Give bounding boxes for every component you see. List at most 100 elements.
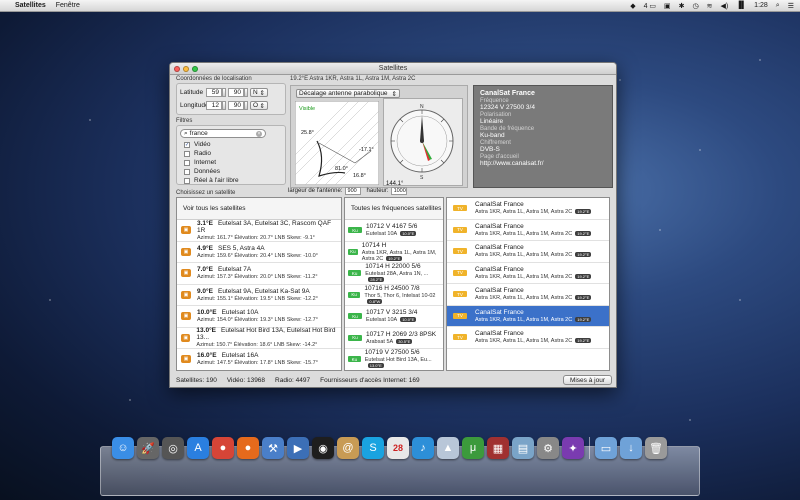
frequency-row[interactable]: Ku 10714 H Astra 1KR, Astra 1L, Astra 1M,… xyxy=(345,242,443,263)
satellite-row[interactable]: ▣ 10.0°E Eutelsat 10A Azimut: 154.0° Éléva… xyxy=(177,306,341,328)
dropbox-icon[interactable]: ◆ xyxy=(630,2,635,10)
notification-center-icon[interactable]: ☰ xyxy=(788,2,794,10)
angle-label-3: -17.1° xyxy=(359,147,374,153)
latitude-degrees-field[interactable]: 59 xyxy=(206,88,222,97)
checkbox-checked-icon[interactable]: ✓ xyxy=(184,141,190,148)
updates-button[interactable]: Mises à jour xyxy=(562,375,612,385)
itunes-icon[interactable]: ◉ xyxy=(312,437,334,459)
filter-radio[interactable]: Radio xyxy=(184,150,211,157)
frequency-row[interactable]: Ku 10714 H 22000 5/6 Eutelsat 28A, Astra … xyxy=(345,263,443,285)
spotlight-icon[interactable]: ⌕ xyxy=(776,2,780,10)
quicktime-icon[interactable]: ▶ xyxy=(287,437,309,459)
downloads-folder-icon[interactable]: ↓ xyxy=(620,437,642,459)
music-icon[interactable]: ♪ xyxy=(412,437,434,459)
frequency-row[interactable]: Ku 10717 V 3215 3/4 Eutelsat 10A 10.0°E xyxy=(345,306,443,328)
height-field[interactable]: 1000 xyxy=(390,187,407,195)
trash-icon[interactable]: 🗑 xyxy=(645,437,667,459)
channel-row[interactable]: TV CanalSat France Astra 1KR, Astra 1L, A… xyxy=(447,241,609,263)
longitude-direction-popup[interactable]: O ⇕ xyxy=(250,101,268,110)
homepage-link[interactable]: http://www.canalsat.fr/ xyxy=(480,160,606,167)
channel-row[interactable]: TV CanalSat France Astra 1KR, Astra 1L, A… xyxy=(447,263,609,284)
filter-internet[interactable]: Internet xyxy=(184,159,216,166)
channel-satellite: Astra 1KR, Astra 1L, Astra 1M, Astra 2C xyxy=(475,230,573,237)
frequency-row[interactable]: Ku 10712 V 4167 5/6 Eutelsat 10A 10.0°E xyxy=(345,220,443,242)
calendar-icon[interactable]: 28 xyxy=(387,437,409,459)
angle-label-2: 81.0° xyxy=(335,166,348,172)
tv-tag: TV xyxy=(453,312,467,319)
menu-fenetre[interactable]: Fenêtre xyxy=(56,2,80,9)
vlc-icon[interactable]: ▲ xyxy=(437,437,459,459)
flag-icon[interactable]: ▐▌ xyxy=(736,2,746,9)
clock-menu-icon[interactable]: ◷ xyxy=(693,2,699,10)
browser-columns: Voir tous les satellites ▣ 3.1°E Eutelsat… xyxy=(176,197,612,371)
tv-tag: TV xyxy=(453,291,467,298)
preview-icon[interactable]: ▤ xyxy=(512,437,534,459)
checkbox-icon[interactable] xyxy=(184,177,190,184)
chrome-icon[interactable]: ● xyxy=(212,437,234,459)
wifi-icon[interactable]: ≋ xyxy=(707,2,713,10)
system-preferences-icon[interactable]: ⚙ xyxy=(537,437,559,459)
channel-row-selected[interactable]: TV CanalSat France Astra 1KR, Astra 1L, A… xyxy=(447,305,609,327)
skype-icon[interactable]: S xyxy=(362,437,384,459)
longitude-degrees-field[interactable]: 12 xyxy=(206,101,222,110)
latitude-direction-popup[interactable]: N ⇕ xyxy=(250,88,268,97)
dish-mode-popup[interactable]: Décalage antenne parabolique ⇕ xyxy=(296,89,400,98)
filter-donnees[interactable]: Données xyxy=(184,168,220,175)
satellite-row[interactable]: ▣ 3.1°E Eutelsat 3A, Eutelsat 3C, Rascom … xyxy=(177,220,341,242)
channel-name: CanalSat France xyxy=(475,330,524,338)
longitude-minutes-field[interactable]: 90 xyxy=(228,101,244,110)
dashboard-icon[interactable]: ◎ xyxy=(162,437,184,459)
latitude-minutes-stepper[interactable] xyxy=(244,88,248,97)
filter-free-to-air[interactable]: Réel à l'air libre xyxy=(184,177,239,184)
satellite-row[interactable]: ▣ 7.0°E Eutelsat 7A Azimut: 157.3° Élévati… xyxy=(177,263,341,285)
checkbox-icon[interactable] xyxy=(184,159,190,166)
latitude-degrees-stepper[interactable] xyxy=(222,88,226,97)
checkbox-icon[interactable] xyxy=(184,150,190,157)
satellite-row[interactable]: ▣ 16.0°E Eutelsat 16A Azimut: 147.5° Éléva… xyxy=(177,349,341,370)
launchpad-icon[interactable]: 🚀 xyxy=(137,437,159,459)
channel-row[interactable]: TV CanalSat France Astra 1KR, Astra 1L, A… xyxy=(447,284,609,306)
latitude-minutes-field[interactable]: 90 xyxy=(228,88,244,97)
longitude-minutes-stepper[interactable] xyxy=(244,101,248,110)
popup-arrows-icon: ⇕ xyxy=(259,89,265,97)
bluetooth-icon[interactable]: ✱ xyxy=(679,2,685,10)
orbit-badge: 19.2°E xyxy=(575,230,592,236)
xcode-icon[interactable]: ⚒ xyxy=(262,437,284,459)
channel-row[interactable]: TV CanalSat France Astra 1KR, Astra 1L, A… xyxy=(447,327,609,349)
frequency-row[interactable]: Ku 10716 H 24500 7/8 Thor 5, Thor 6, Inte… xyxy=(345,285,443,306)
channel-row[interactable]: TV CanalSat France Astra 1KR, Astra 1L, A… xyxy=(447,220,609,241)
all-frequencies-header[interactable]: Toutes les fréquences satellites xyxy=(345,198,443,220)
clock-time[interactable]: 1:28 xyxy=(754,2,768,9)
frequency-row[interactable]: Ku 10719 V 27500 5/6 Eutelsat Hot Bird 13… xyxy=(345,349,443,370)
search-field[interactable]: ⌕ france × xyxy=(180,129,266,138)
finder-icon[interactable]: ☺ xyxy=(112,437,134,459)
checkbox-icon[interactable] xyxy=(184,168,190,175)
frequency-row[interactable]: Ku 10717 H 2069 2/3 8PSK Arabsat 5A 30.5°E xyxy=(345,328,443,349)
battery-icon[interactable]: 4 ▭ xyxy=(644,2,656,10)
contacts-icon[interactable]: @ xyxy=(337,437,359,459)
menu-app-name[interactable]: Satellites xyxy=(15,2,46,9)
satellite-row[interactable]: ▣ 13.0°E Eutelsat Hot Bird 13A, Eutelsat … xyxy=(177,327,341,349)
filter-video[interactable]: ✓ Vidéo xyxy=(184,141,211,148)
channel-row[interactable]: TV CanalSat France Astra 1KR, Astra 1L, A… xyxy=(447,198,609,220)
satellite-icon: ▣ xyxy=(181,226,191,235)
orbit-badge: 10.0°E xyxy=(400,231,417,237)
app-store-icon[interactable]: A xyxy=(187,437,209,459)
satellites-app-icon[interactable]: ✦ xyxy=(562,437,584,459)
satellite-row[interactable]: ▣ 4.9°E SES 5, Astra 4A Azimut: 159.6° Élé… xyxy=(177,242,341,263)
folder-icon[interactable]: ▭ xyxy=(595,437,617,459)
utorrent-icon[interactable]: μ xyxy=(462,437,484,459)
firefox-icon[interactable]: ● xyxy=(237,437,259,459)
elevation-diagram: Visible 25.8° 81.0° -17.1° 16.8° xyxy=(295,101,379,185)
clear-search-icon[interactable]: × xyxy=(256,130,262,137)
title-bar[interactable]: Satellites xyxy=(170,63,616,75)
satellite-row[interactable]: ▣ 9.0°E Eutelsat 9A, Eutelsat Ka-Sat 9A Az… xyxy=(177,285,341,306)
photo-booth-icon[interactable]: ▦ xyxy=(487,437,509,459)
screen-icon[interactable]: ▣ xyxy=(664,2,671,10)
longitude-degrees-stepper[interactable] xyxy=(222,101,226,110)
antenna-width-field[interactable]: 900 xyxy=(344,187,361,195)
orbit-badge: 19.2°E xyxy=(575,252,592,258)
all-satellites-header[interactable]: Voir tous les satellites xyxy=(177,198,341,220)
isp-count: Fournisseurs d'accès Internet: 169 xyxy=(320,376,420,384)
volume-icon[interactable]: ◀) xyxy=(721,2,729,10)
